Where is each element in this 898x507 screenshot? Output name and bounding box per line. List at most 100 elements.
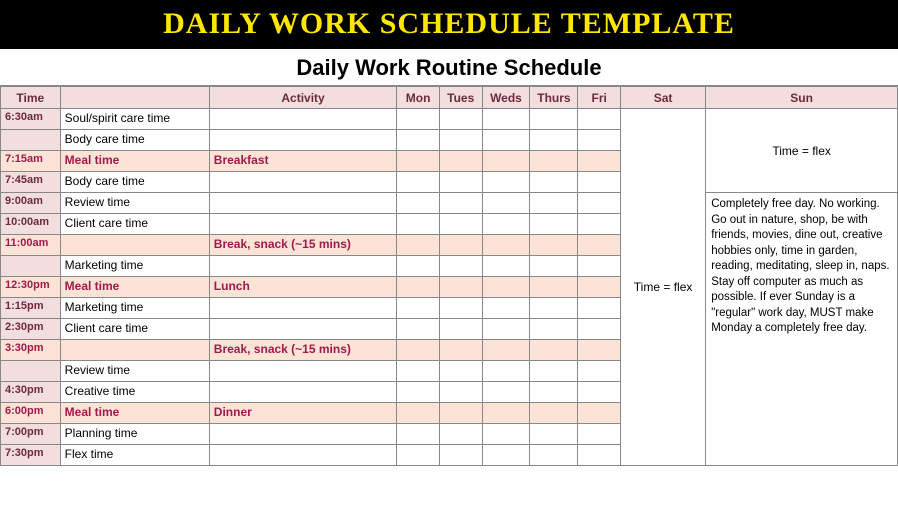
day-cell bbox=[397, 340, 440, 361]
entry-cell: Planning time bbox=[60, 424, 209, 445]
day-cell bbox=[530, 235, 578, 256]
day-cell bbox=[578, 109, 621, 130]
th-thurs: Thurs bbox=[530, 87, 578, 109]
day-cell bbox=[439, 319, 482, 340]
activity-cell bbox=[209, 256, 396, 277]
time-cell bbox=[1, 361, 61, 382]
day-cell bbox=[439, 403, 482, 424]
day-cell bbox=[397, 151, 440, 172]
entry-cell: Soul/spirit care time bbox=[60, 109, 209, 130]
day-cell bbox=[578, 130, 621, 151]
day-cell bbox=[482, 235, 530, 256]
activity-cell bbox=[209, 193, 396, 214]
day-cell bbox=[439, 151, 482, 172]
time-cell: 7:45am bbox=[1, 172, 61, 193]
time-cell: 2:30pm bbox=[1, 319, 61, 340]
th-sat: Sat bbox=[620, 87, 705, 109]
entry-cell: Body care time bbox=[60, 172, 209, 193]
day-cell bbox=[530, 382, 578, 403]
entry-cell: Creative time bbox=[60, 382, 209, 403]
day-cell bbox=[578, 172, 621, 193]
day-cell bbox=[397, 382, 440, 403]
time-cell: 7:00pm bbox=[1, 424, 61, 445]
day-cell bbox=[578, 277, 621, 298]
sun-block-body: Completely free day. No working. Go out … bbox=[706, 193, 898, 466]
entry-cell bbox=[60, 340, 209, 361]
day-cell bbox=[397, 445, 440, 466]
day-cell bbox=[482, 214, 530, 235]
time-cell: 3:30pm bbox=[1, 340, 61, 361]
header-row: Time Activity Mon Tues Weds Thurs Fri Sa… bbox=[1, 87, 898, 109]
activity-cell bbox=[209, 361, 396, 382]
sun-block-top: Time = flex bbox=[706, 109, 898, 193]
time-cell: 11:00am bbox=[1, 235, 61, 256]
activity-cell bbox=[209, 319, 396, 340]
day-cell bbox=[482, 403, 530, 424]
activity-cell bbox=[209, 424, 396, 445]
day-cell bbox=[397, 172, 440, 193]
day-cell bbox=[439, 424, 482, 445]
day-cell bbox=[530, 109, 578, 130]
day-cell bbox=[578, 298, 621, 319]
day-cell bbox=[397, 214, 440, 235]
day-cell bbox=[439, 256, 482, 277]
entry-cell: Review time bbox=[60, 193, 209, 214]
day-cell bbox=[397, 109, 440, 130]
sat-block: Time = flex bbox=[620, 109, 705, 466]
day-cell bbox=[439, 445, 482, 466]
day-cell bbox=[397, 298, 440, 319]
activity-cell bbox=[209, 214, 396, 235]
day-cell bbox=[578, 256, 621, 277]
activity-cell bbox=[209, 298, 396, 319]
day-cell bbox=[439, 130, 482, 151]
day-cell bbox=[397, 130, 440, 151]
th-sun: Sun bbox=[706, 87, 898, 109]
table-row: 6:30amSoul/spirit care timeTime = flexTi… bbox=[1, 109, 898, 130]
time-cell bbox=[1, 130, 61, 151]
entry-cell: Client care time bbox=[60, 319, 209, 340]
day-cell bbox=[530, 151, 578, 172]
day-cell bbox=[397, 235, 440, 256]
day-cell bbox=[397, 361, 440, 382]
time-cell: 6:30am bbox=[1, 109, 61, 130]
day-cell bbox=[482, 340, 530, 361]
day-cell bbox=[439, 172, 482, 193]
day-cell bbox=[482, 130, 530, 151]
day-cell bbox=[439, 298, 482, 319]
time-cell: 6:00pm bbox=[1, 403, 61, 424]
entry-cell: Meal time bbox=[60, 151, 209, 172]
entry-cell: Marketing time bbox=[60, 298, 209, 319]
time-cell: 9:00am bbox=[1, 193, 61, 214]
day-cell bbox=[530, 193, 578, 214]
day-cell bbox=[482, 277, 530, 298]
entry-cell: Meal time bbox=[60, 403, 209, 424]
day-cell bbox=[439, 382, 482, 403]
day-cell bbox=[482, 424, 530, 445]
day-cell bbox=[482, 109, 530, 130]
day-cell bbox=[439, 361, 482, 382]
day-cell bbox=[578, 151, 621, 172]
day-cell bbox=[578, 361, 621, 382]
day-cell bbox=[397, 193, 440, 214]
day-cell bbox=[482, 193, 530, 214]
day-cell bbox=[530, 277, 578, 298]
day-cell bbox=[578, 214, 621, 235]
activity-cell: Break, snack (~15 mins) bbox=[209, 235, 396, 256]
day-cell bbox=[578, 403, 621, 424]
th-weds: Weds bbox=[482, 87, 530, 109]
day-cell bbox=[530, 130, 578, 151]
day-cell bbox=[482, 151, 530, 172]
day-cell bbox=[578, 235, 621, 256]
day-cell bbox=[530, 403, 578, 424]
time-cell bbox=[1, 256, 61, 277]
day-cell bbox=[439, 193, 482, 214]
day-cell bbox=[530, 361, 578, 382]
day-cell bbox=[439, 235, 482, 256]
day-cell bbox=[482, 445, 530, 466]
time-cell: 7:15am bbox=[1, 151, 61, 172]
activity-cell bbox=[209, 130, 396, 151]
day-cell bbox=[482, 361, 530, 382]
day-cell bbox=[439, 109, 482, 130]
day-cell bbox=[397, 277, 440, 298]
day-cell bbox=[397, 256, 440, 277]
